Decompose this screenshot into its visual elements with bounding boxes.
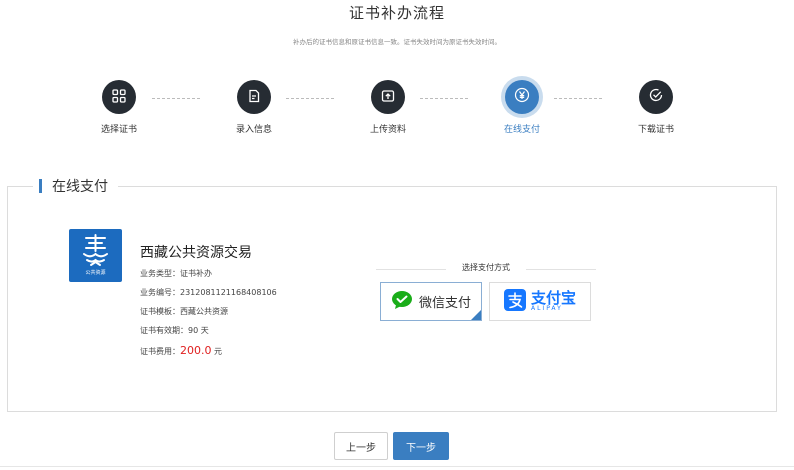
template-label: 证书模板： [140, 307, 180, 316]
step-label: 选择证书 [100, 125, 137, 135]
business-type-value: 证书补办 [180, 269, 212, 278]
upload-icon [381, 88, 395, 107]
alipay-text: 支付宝 ALIPAY [530, 289, 576, 313]
step-connector [152, 98, 200, 99]
footer-divider [0, 466, 794, 467]
fee-row: 证书费用：200.0 元 [140, 344, 222, 357]
edit-document-icon [247, 88, 261, 107]
yen-icon [514, 87, 530, 107]
business-type-label: 业务类型： [140, 269, 180, 278]
wechat-icon [391, 290, 413, 314]
step-online-payment: 在线支付 [482, 80, 562, 135]
payment-method-header: 选择支付方式 [376, 262, 596, 276]
business-no-row: 业务编号：2312081121168408106 [140, 287, 277, 298]
step-label: 下载证书 [637, 125, 674, 135]
fee-label: 证书费用： [140, 347, 180, 356]
step-download-certificate: 下载证书 [616, 80, 696, 135]
alipay-icon [503, 288, 526, 315]
org-logo: 公共资源 [69, 229, 122, 282]
wechat-pay-button[interactable]: 微信支付 [380, 282, 482, 321]
step-circle [505, 80, 539, 114]
step-label: 在线支付 [503, 125, 540, 135]
step-circle [102, 80, 136, 114]
step-upload-materials: 上传资料 [348, 80, 428, 135]
validity-value: 90 天 [188, 326, 209, 335]
step-enter-info: 录入信息 [214, 80, 294, 135]
template-row: 证书模板：西藏公共资源 [140, 306, 228, 317]
step-connector [554, 98, 602, 99]
section-accent-bar [39, 179, 42, 193]
page-title: 证书补办流程 [348, 4, 445, 22]
next-step-button[interactable]: 下一步 [393, 432, 449, 460]
template-value: 西藏公共资源 [180, 307, 228, 316]
alipay-sub-label: ALIPAY [530, 305, 563, 312]
fee-unit: 元 [214, 347, 223, 356]
wechat-pay-label: 微信支付 [418, 296, 471, 311]
progress-steps: 选择证书 录入信息 上传资料 在线支付 下载证书 [0, 80, 794, 140]
step-select-certificate: 选择证书 [79, 80, 159, 135]
section-title: 在线支付 [52, 179, 108, 195]
validity-row: 证书有效期：90 天 [140, 325, 209, 336]
divider [526, 269, 596, 270]
step-circle [237, 80, 271, 114]
check-circle-icon [648, 87, 664, 107]
step-label: 上传资料 [369, 125, 406, 135]
org-name: 西藏公共资源交易 [140, 245, 252, 261]
step-connector [420, 98, 468, 99]
validity-label: 证书有效期： [140, 326, 188, 335]
business-no-value: 2312081121168408106 [180, 288, 277, 297]
previous-step-button[interactable]: 上一步 [334, 432, 388, 460]
alipay-button[interactable]: 支付宝 ALIPAY [489, 282, 591, 321]
logo-caption: 公共资源 [85, 270, 106, 276]
step-label: 录入信息 [235, 125, 272, 135]
business-type-row: 业务类型：证书补办 [140, 268, 212, 279]
payment-method-label: 选择支付方式 [462, 263, 510, 272]
alipay-label: 支付宝 [530, 289, 576, 307]
business-no-label: 业务编号： [140, 288, 180, 297]
page-subtitle: 补办后的证书信息和原证书信息一致。证书失效时间为原证书失效时间。 [293, 38, 501, 46]
step-circle [371, 80, 405, 114]
grid-icon [112, 88, 126, 107]
step-connector [286, 98, 334, 99]
selected-corner-mark [471, 310, 481, 320]
step-circle [639, 80, 673, 114]
section-header: 在线支付 [33, 176, 118, 196]
fee-value: 200.0 [180, 344, 212, 357]
